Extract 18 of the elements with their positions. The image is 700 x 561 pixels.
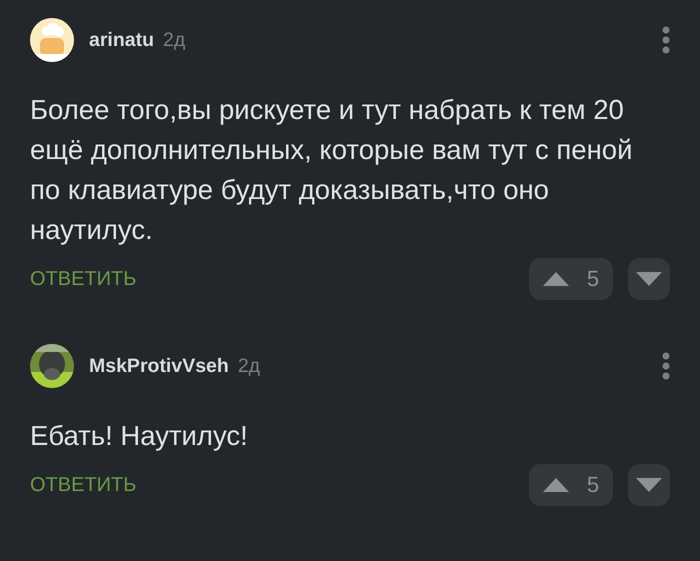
up-triangle-icon (542, 478, 569, 492)
downvote-button[interactable] (628, 464, 670, 506)
down-triangle-icon (636, 478, 662, 492)
comment-text: Более того,вы рискуете и тут набрать к тем 20 ещё дополнительных, которые вам тут с пеной по клавиатуре будут доказывать,что оно наутилус. (30, 93, 634, 247)
reply-link[interactable]: ОТВЕТИТЬ (30, 268, 136, 290)
down-triangle-icon (636, 272, 662, 286)
upvote-button[interactable]: 5 (529, 258, 613, 300)
timestamp: 2д (163, 28, 186, 52)
reply-link[interactable]: ОТВЕТИТЬ (30, 474, 136, 496)
more-options-icon[interactable] (662, 26, 670, 54)
timestamp: 2д (238, 354, 260, 378)
more-options-icon[interactable] (662, 352, 670, 380)
author-name[interactable]: arinatu (89, 28, 154, 52)
author-name[interactable]: MskProtivVseh (89, 354, 229, 378)
comment-text: Ебать! Наутилус! (30, 419, 249, 453)
up-triangle-icon (542, 272, 569, 286)
upvote-button[interactable]: 5 (529, 464, 613, 506)
downvote-button[interactable] (628, 258, 670, 300)
